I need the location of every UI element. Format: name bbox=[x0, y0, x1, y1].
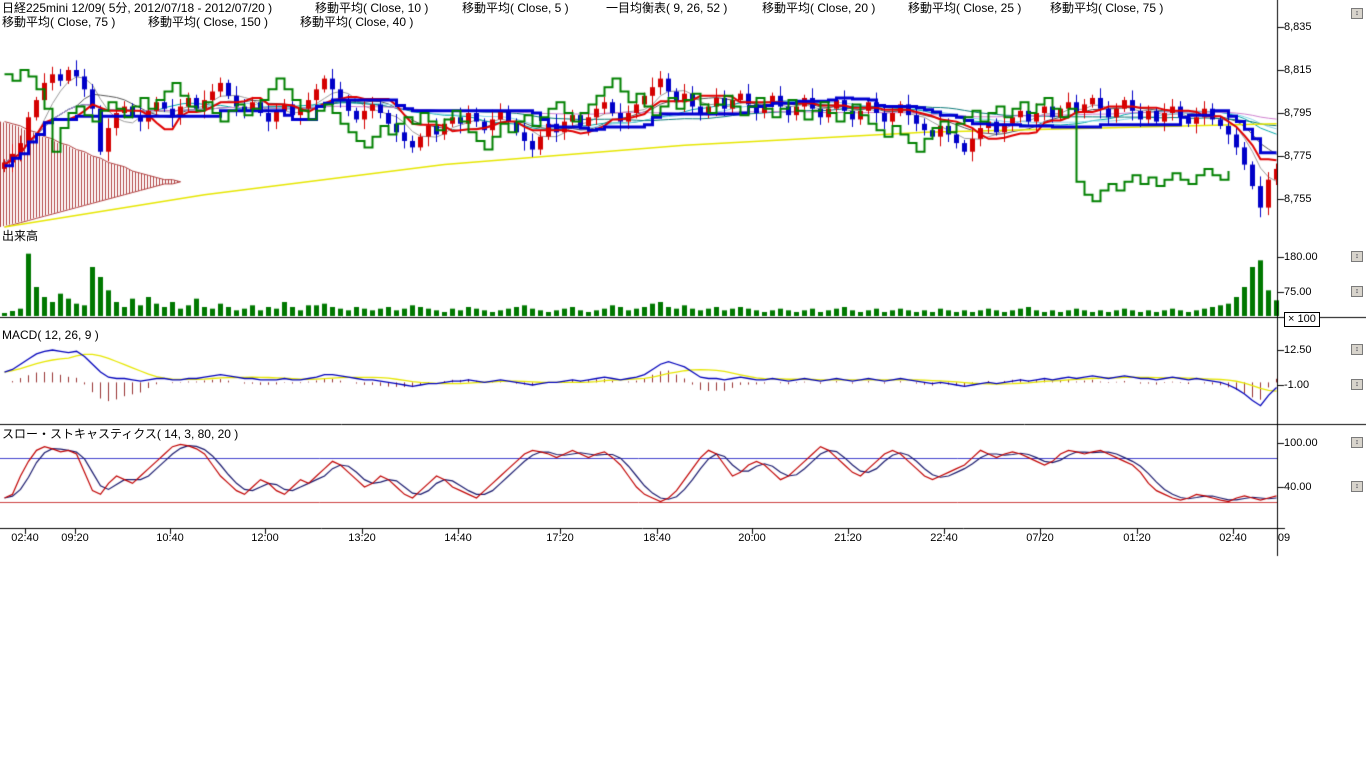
indicator-legend-ichimoku: 一目均衡表( 9, 26, 52 ) bbox=[606, 2, 727, 15]
time-axis-label: 10:40 bbox=[148, 532, 192, 544]
stoch-scale-spin-button[interactable]: ↕ bbox=[1351, 437, 1363, 448]
time-axis-label: 12:00 bbox=[243, 532, 287, 544]
time-axis-label: 14:40 bbox=[436, 532, 480, 544]
time-axis-label: 17:20 bbox=[538, 532, 582, 544]
volume-scale-spin-button[interactable]: ↕ bbox=[1351, 286, 1363, 297]
time-axis-label: 09 bbox=[1272, 532, 1296, 544]
indicator-legend-ma150: 移動平均( Close, 150 ) bbox=[148, 16, 268, 29]
indicator-legend-ma40: 移動平均( Close, 40 ) bbox=[300, 16, 413, 29]
price-axis-label: 8,775 bbox=[1284, 150, 1312, 162]
time-axis-label: 21:20 bbox=[826, 532, 870, 544]
stoch-pane-title: スロー・ストキャスティクス( 14, 3, 80, 20 ) bbox=[2, 428, 238, 441]
macd-scale-spin-button[interactable]: ↕ bbox=[1351, 344, 1363, 355]
time-axis-label: 22:40 bbox=[922, 532, 966, 544]
time-axis-label: 18:40 bbox=[635, 532, 679, 544]
price-axis-label: 8,815 bbox=[1284, 64, 1312, 76]
indicator-legend-ma75: 移動平均( Close, 75 ) bbox=[1050, 2, 1163, 15]
volume-pane-title: 出来高 bbox=[2, 230, 38, 243]
time-axis-label: 01:20 bbox=[1115, 532, 1159, 544]
volume-axis-label: 75.00 bbox=[1284, 286, 1312, 298]
price-axis-label: 8,755 bbox=[1284, 193, 1312, 205]
macd-pane-title: MACD( 12, 26, 9 ) bbox=[2, 329, 99, 342]
time-axis-label: 02:40 bbox=[3, 532, 47, 544]
indicator-legend-ma5: 移動平均( Close, 5 ) bbox=[462, 2, 569, 15]
indicator-legend-ma25: 移動平均( Close, 25 ) bbox=[908, 2, 1021, 15]
stoch-axis-label: 40.00 bbox=[1284, 481, 1312, 493]
volume-scale-spin-button[interactable]: ↕ bbox=[1351, 251, 1363, 262]
macd-axis-label: -1.00 bbox=[1284, 379, 1309, 391]
price-axis-label: 8,835 bbox=[1284, 21, 1312, 33]
volume-multiplier-badge: × 100 bbox=[1284, 312, 1320, 327]
stoch-axis-label: 100.00 bbox=[1284, 437, 1318, 449]
chart-title: 日経225mini 12/09( 5分, 2012/07/18 - 2012/0… bbox=[2, 2, 272, 15]
indicator-legend-ma10: 移動平均( Close, 10 ) bbox=[315, 2, 428, 15]
chart-plot-canvas[interactable] bbox=[0, 0, 1366, 560]
macd-axis-label: 12.50 bbox=[1284, 344, 1312, 356]
time-axis-label: 09:20 bbox=[53, 532, 97, 544]
chart-window: 日経225mini 12/09( 5分, 2012/07/18 - 2012/0… bbox=[0, 0, 1366, 768]
price-scale-spin-button[interactable]: ↕ bbox=[1351, 8, 1363, 19]
price-axis-label: 8,795 bbox=[1284, 107, 1312, 119]
indicator-legend-ma20: 移動平均( Close, 20 ) bbox=[762, 2, 875, 15]
time-axis-label: 07/20 bbox=[1018, 532, 1062, 544]
time-axis-label: 02:40 bbox=[1211, 532, 1255, 544]
macd-scale-spin-button[interactable]: ↕ bbox=[1351, 379, 1363, 390]
time-axis-label: 13:20 bbox=[340, 532, 384, 544]
volume-axis-label: 180.00 bbox=[1284, 251, 1318, 263]
stoch-scale-spin-button[interactable]: ↕ bbox=[1351, 481, 1363, 492]
indicator-legend-ma75b: 移動平均( Close, 75 ) bbox=[2, 16, 115, 29]
time-axis-label: 20:00 bbox=[730, 532, 774, 544]
